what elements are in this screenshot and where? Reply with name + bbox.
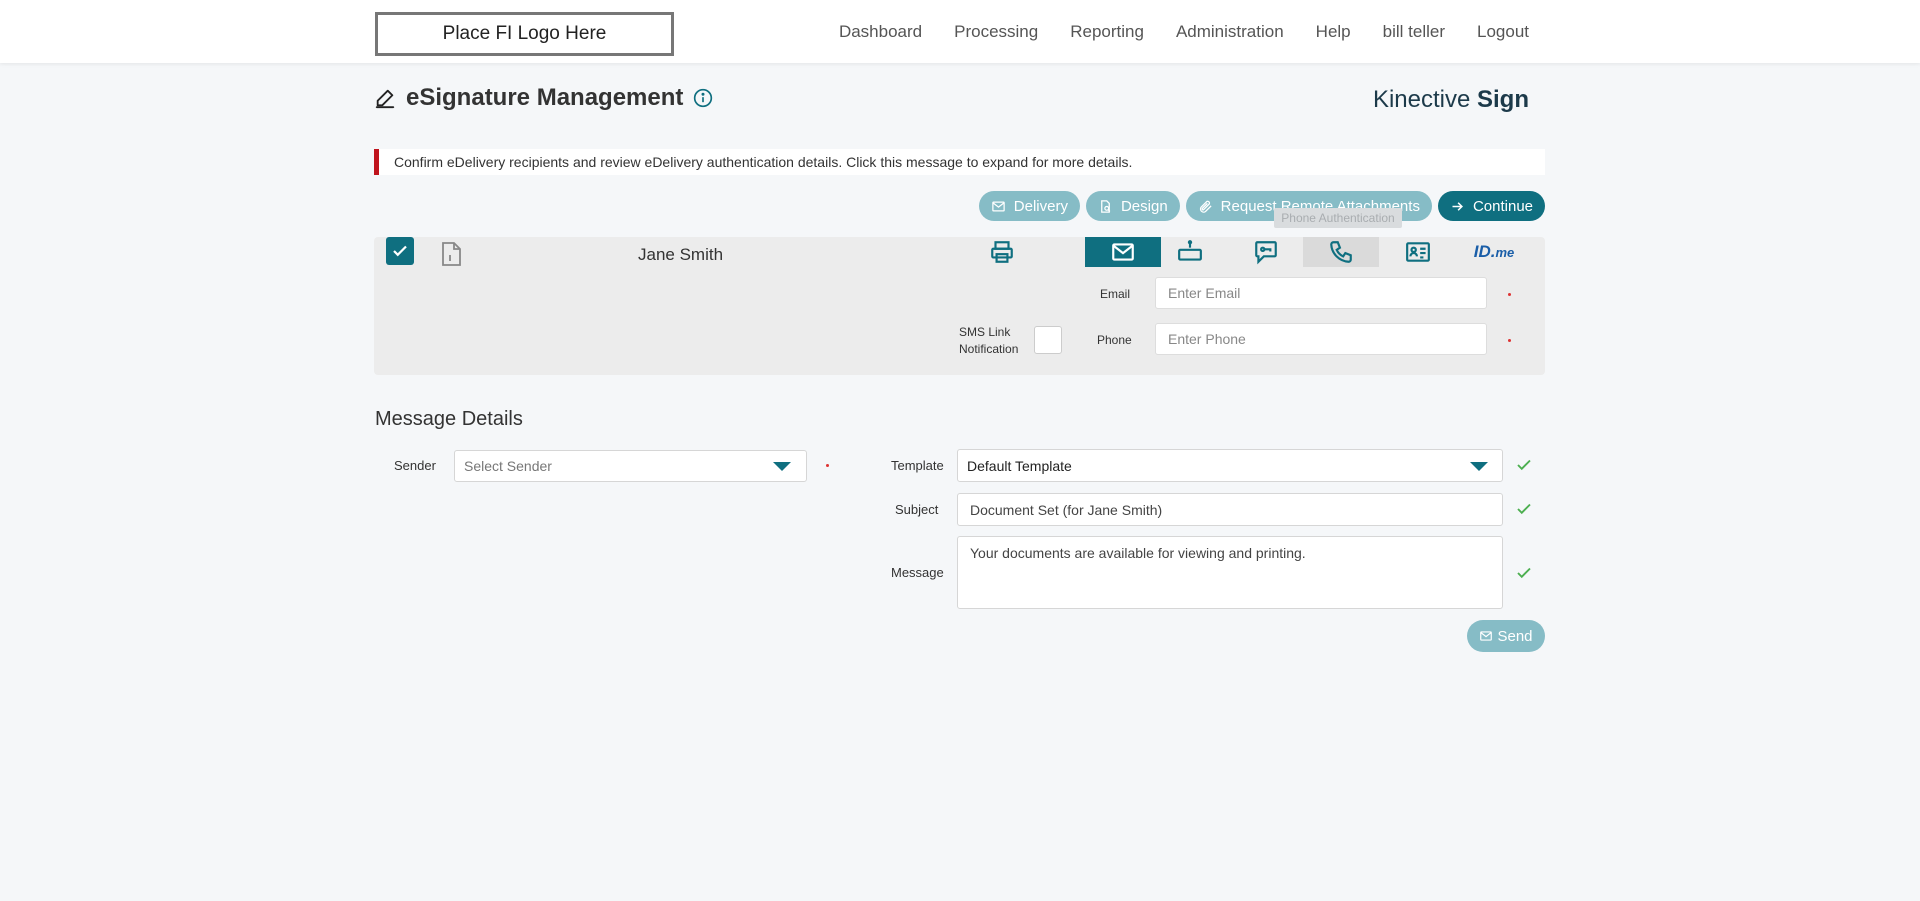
printer-icon [991, 241, 1013, 263]
phone-icon [1330, 241, 1352, 263]
password-keypad-icon [1178, 240, 1202, 261]
arrow-right-icon [1452, 201, 1463, 211]
sms-authentication-option[interactable] [1240, 237, 1292, 267]
sms-label-line2: Notification [959, 342, 1019, 356]
main-nav: Dashboard Processing Reporting Administr… [839, 0, 1529, 63]
kba-authentication-option[interactable] [1164, 237, 1216, 267]
brand-product: Sign [1477, 86, 1529, 113]
sender-dropdown-caret-icon[interactable] [773, 462, 791, 471]
required-indicator [826, 464, 829, 467]
print-delivery-option[interactable] [976, 237, 1028, 267]
nav-help[interactable]: Help [1316, 22, 1351, 42]
idme-logo-main: ID. [1473, 242, 1496, 261]
sender-label: Sender [394, 458, 436, 473]
phone-label: Phone [1097, 333, 1132, 347]
chat-key-icon [1255, 241, 1277, 265]
info-icon[interactable] [693, 88, 713, 108]
document-design-icon [1101, 199, 1111, 213]
required-indicator [1508, 339, 1511, 342]
brand-name: Kinective [1372, 86, 1477, 113]
message-details-heading: Message Details [375, 408, 523, 430]
email-label: Email [1100, 287, 1131, 301]
required-indicator [1508, 293, 1511, 296]
id-card-icon [1406, 242, 1430, 262]
send-button-label: Send [1497, 627, 1533, 645]
email-delivery-option[interactable] [1085, 237, 1161, 267]
continue-button[interactable]: Continue [1437, 191, 1545, 221]
design-button[interactable]: Design [1085, 191, 1180, 221]
valid-checkmark-icon [1517, 567, 1531, 579]
phone-authentication-option[interactable] [1303, 237, 1379, 267]
envelope-icon [1112, 243, 1134, 261]
send-button[interactable]: Send [1467, 620, 1545, 652]
subject-input[interactable]: Document Set (for Jane Smith) [957, 493, 1503, 526]
page-title-row: eSignature Management [374, 82, 713, 114]
envelope-icon [992, 201, 1005, 211]
recipient-select-checkbox[interactable] [386, 237, 414, 265]
nav-user-menu[interactable]: bill teller [1383, 22, 1445, 42]
nav-processing[interactable]: Processing [954, 22, 1038, 42]
design-button-label: Design [1120, 197, 1168, 215]
sms-link-notification-checkbox[interactable] [1034, 326, 1062, 354]
sms-label-line1: SMS Link [959, 325, 1011, 339]
email-input[interactable]: Enter Email [1155, 277, 1487, 309]
envelope-icon [1480, 631, 1493, 641]
valid-checkmark-icon [1517, 459, 1531, 471]
recipient-name: Jane Smith [638, 245, 724, 264]
idme-logo-sub: me [1495, 244, 1515, 260]
message-label: Message [891, 565, 944, 580]
template-label: Template [891, 458, 944, 473]
phone-input[interactable]: Enter Phone [1155, 323, 1487, 355]
message-textarea[interactable]: Your documents are available for viewing… [957, 536, 1503, 609]
delivery-button-label: Delivery [1013, 197, 1068, 215]
recipient-row: Jane Smith ID. me Email Enter Email SMS L… [374, 237, 1545, 375]
idme-verification-option[interactable]: ID. me [1464, 237, 1524, 267]
phone-authentication-tooltip: Phone Authentication [1274, 208, 1402, 228]
sender-select[interactable]: Select Sender [454, 450, 807, 482]
kinective-sign-logo: Kinective Sign [1373, 86, 1529, 114]
template-select[interactable]: Default Template [957, 449, 1503, 482]
id-verification-option[interactable] [1392, 237, 1444, 267]
fi-logo-placeholder[interactable]: Place FI Logo Here [375, 12, 674, 56]
edelivery-alert-message[interactable]: Confirm eDelivery recipients and review … [374, 149, 1545, 175]
signature-pen-icon [375, 89, 395, 109]
template-dropdown-caret-icon[interactable] [1470, 462, 1488, 471]
top-navigation-bar: Place FI Logo Here Dashboard Processing … [0, 0, 1920, 63]
subject-label: Subject [895, 502, 939, 517]
workflow-actions: Delivery Design Request Remote Attachmen… [978, 191, 1545, 221]
nav-dashboard[interactable]: Dashboard [839, 22, 922, 42]
paperclip-icon [1199, 200, 1212, 213]
nav-reporting[interactable]: Reporting [1070, 22, 1144, 42]
valid-checkmark-icon [1517, 503, 1531, 515]
document-icon[interactable] [440, 241, 464, 267]
continue-button-label: Continue [1472, 197, 1533, 215]
page-title: eSignature Management [406, 84, 684, 111]
delivery-button[interactable]: Delivery [978, 191, 1080, 221]
nav-logout[interactable]: Logout [1477, 22, 1529, 42]
sms-link-notification-label: SMS Link Notification [959, 324, 1018, 358]
nav-administration[interactable]: Administration [1176, 22, 1284, 42]
checkmark-icon [393, 245, 407, 257]
